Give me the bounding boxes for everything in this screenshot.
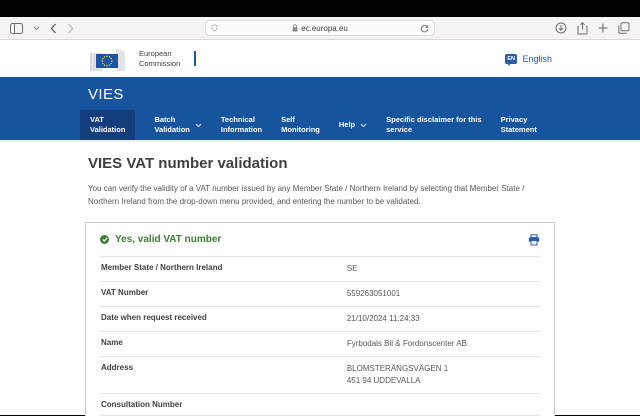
downloads-icon[interactable]: [555, 22, 567, 34]
row-label: Name: [101, 338, 347, 350]
table-row-address: Address BLOMSTERÄNGSVÄGEN 1 451 94 UDDEV…: [100, 356, 540, 393]
ec-logo[interactable]: European Commission: [88, 46, 196, 72]
validation-result-card: Yes, valid VAT number Member State / Nor…: [85, 222, 555, 416]
language-badge: EN: [505, 54, 518, 64]
site-title: VIES: [0, 86, 640, 103]
page-body: European Commission EN English VIES VATV…: [0, 40, 640, 415]
ec-logo-text: European Commission: [139, 49, 180, 69]
sidebar-icon[interactable]: [10, 23, 23, 34]
main-nav: VATValidation BatchValidation TechnicalI…: [0, 110, 640, 140]
nav-privacy-statement[interactable]: PrivacyStatement: [501, 110, 537, 140]
page-description: You can verify the validity of a VAT num…: [88, 182, 554, 208]
site-band: VIES VATValidation BatchValidation: [0, 77, 640, 142]
table-row-name: Name Fyrbodals Bil & Fordonscenter AB: [100, 331, 540, 356]
nav-help[interactable]: Help: [339, 110, 367, 140]
ec-header: European Commission EN English: [0, 40, 640, 77]
main-content: VIES VAT number validation You can verif…: [0, 155, 640, 416]
chevron-down-icon: [195, 123, 202, 128]
lock-icon: [292, 24, 298, 32]
row-value: 21/10/2024 11:24:33: [347, 313, 540, 325]
row-label: Member State / Northern Ireland: [101, 263, 347, 275]
row-value: SE: [347, 263, 540, 275]
nav-label: TechnicalInformation: [221, 115, 262, 135]
print-icon[interactable]: [528, 234, 540, 246]
valid-check-icon: [100, 235, 109, 244]
row-value: 559263051001: [347, 288, 540, 300]
nav-label: PrivacyStatement: [501, 115, 537, 135]
nav-vat-validation[interactable]: VATValidation: [80, 110, 135, 140]
nav-batch-validation[interactable]: BatchValidation: [154, 110, 201, 140]
result-table: Member State / Northern Ireland SE VAT N…: [100, 256, 540, 416]
result-header: Yes, valid VAT number: [86, 223, 554, 254]
share-icon[interactable]: [577, 22, 588, 35]
ec-logo-divider: [194, 51, 196, 66]
table-row-member-state: Member State / Northern Ireland SE: [100, 256, 540, 281]
browser-toolbar: ec.europa.eu: [0, 17, 640, 40]
row-value: BLOMSTERÄNGSVÄGEN 1 451 94 UDDEVALLA: [347, 363, 540, 387]
nav-specific-disclaimer[interactable]: Specific disclaimer for thisservice: [386, 110, 481, 140]
ec-flag-logo-icon: [88, 46, 132, 72]
sidebar-chevron-down-icon[interactable]: [33, 26, 40, 31]
table-row-consultation-number: Consultation Number: [100, 393, 540, 416]
language-label: English: [522, 54, 552, 64]
address-bar[interactable]: ec.europa.eu: [205, 20, 435, 36]
nav-self-monitoring[interactable]: SelfMonitoring: [281, 110, 320, 140]
status-text: Yes, valid VAT number: [115, 234, 221, 245]
nav-label: VATValidation: [90, 115, 125, 135]
screen: ec.europa.eu: [0, 0, 640, 416]
row-label: Address: [101, 363, 347, 387]
back-icon[interactable]: [50, 23, 57, 34]
nav-label: SelfMonitoring: [281, 115, 320, 135]
row-label: Date when request received: [101, 313, 347, 325]
row-value: Fyrbodals Bil & Fordonscenter AB: [347, 338, 540, 350]
row-label: VAT Number: [101, 288, 347, 300]
nav-label: BatchValidation: [154, 115, 189, 135]
chevron-down-icon: [360, 123, 367, 128]
nav-label: Specific disclaimer for thisservice: [386, 115, 481, 135]
page-title: VIES VAT number validation: [88, 155, 555, 172]
nav-technical-information[interactable]: TechnicalInformation: [221, 110, 262, 140]
row-value: [347, 400, 540, 409]
row-label: Consultation Number: [101, 400, 347, 409]
mac-menubar: [0, 0, 640, 17]
tabs-overview-icon[interactable]: [618, 22, 630, 34]
new-tab-icon[interactable]: [598, 23, 608, 33]
nav-label: Help: [339, 120, 355, 130]
language-selector[interactable]: EN English: [505, 54, 552, 64]
forward-icon[interactable]: [67, 23, 74, 34]
table-row-request-date: Date when request received 21/10/2024 11…: [100, 306, 540, 331]
table-row-vat-number: VAT Number 559263051001: [100, 281, 540, 306]
url-text: ec.europa.eu: [301, 24, 348, 33]
